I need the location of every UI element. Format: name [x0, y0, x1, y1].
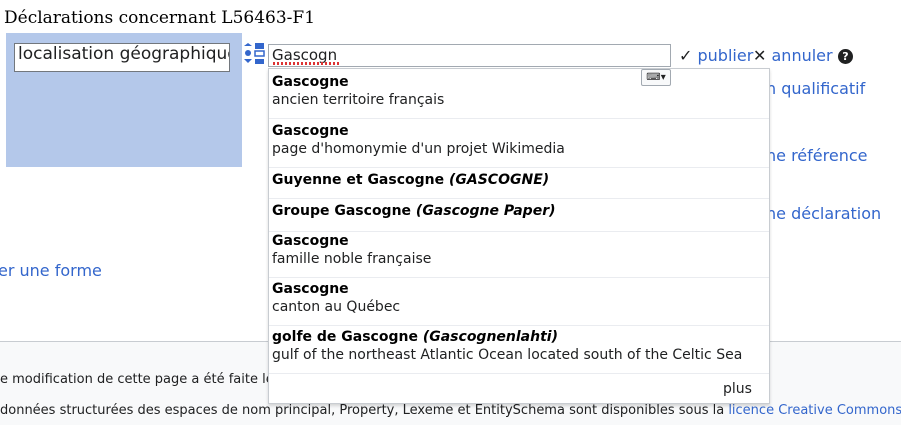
suggestion-label: Gascogne — [272, 74, 349, 90]
footer-license-text: données structurées des espaces de nom p… — [0, 403, 901, 418]
add-reference-link[interactable]: ne référence — [766, 146, 867, 165]
suggestion-label: Gascogne — [272, 233, 349, 249]
add-qualifier-link[interactable]: n qualificatif — [766, 79, 865, 98]
suggestion-description: page d'homonymie d'un projet Wikimedia — [272, 141, 565, 157]
help-icon[interactable]: ? — [838, 49, 853, 64]
value-input[interactable]: Gascogn — [268, 44, 671, 67]
publish-label: publier — [697, 46, 754, 65]
rank-normal-icon[interactable] — [243, 43, 267, 65]
property-input[interactable]: localisation géographique — [14, 43, 230, 72]
property-input-text: localisation géographique — [18, 44, 230, 64]
footer-license-prefix: données structurées des espaces de nom p… — [0, 403, 729, 418]
suggestion-alias: (Gascogne Paper) — [415, 203, 556, 219]
add-form-link[interactable]: er une forme — [0, 261, 102, 280]
suggestion-item[interactable]: Gascogne page d'homonymie d'un projet Wi… — [269, 122, 769, 168]
suggestion-label: Groupe Gascogne — [272, 203, 412, 219]
suggestion-item[interactable]: Groupe Gascogne (Gascogne Paper) — [269, 202, 769, 232]
suggestion-description: ancien territoire français — [272, 92, 445, 108]
check-icon: ✓ — [679, 46, 693, 65]
cancel-label: annuler — [771, 46, 833, 65]
suggestion-label: golfe de Gascogne — [272, 329, 418, 345]
cancel-button[interactable]: ✕ annuler — [753, 46, 833, 65]
more-results-link[interactable]: plus — [723, 381, 752, 397]
suggestion-alias: (GASCOGNE) — [449, 172, 550, 188]
suggestion-label: Gascogne — [272, 281, 349, 297]
suggestion-item[interactable]: Gascogne famille noble française — [269, 232, 769, 278]
suggestion-label: Guyenne et Gascogne — [272, 172, 445, 188]
suggestion-item[interactable]: Guyenne et Gascogne (GASCOGNE) — [269, 171, 769, 199]
suggestions-dropdown: ⌨▾ Gascogne ancien territoire français G… — [268, 68, 770, 404]
suggestion-label: Gascogne — [272, 123, 349, 139]
footer-last-modified: e modification de cette page a été faite… — [0, 372, 274, 387]
suggestion-item[interactable]: Gascogne ancien territoire français — [269, 73, 769, 119]
suggestion-description: canton au Québec — [272, 299, 401, 315]
close-icon: ✕ — [753, 46, 767, 65]
license-link[interactable]: licence Creative Commons C — [728, 403, 901, 418]
suggestion-description: gulf of the northeast Atlantic Ocean loc… — [272, 347, 743, 363]
add-statement-link[interactable]: ne déclaration — [766, 204, 881, 223]
suggestion-item[interactable]: Gascogne canton au Québec — [269, 280, 769, 326]
suggestion-description: famille noble française — [272, 251, 432, 267]
spellcheck-underline — [273, 62, 341, 65]
page-title: Déclarations concernant L56463-F1 — [4, 8, 316, 28]
suggestion-item[interactable]: golfe de Gascogne (Gascognenlahti) gulf … — [269, 328, 769, 374]
footer-cut-line — [0, 421, 901, 425]
suggestion-alias: (Gascognenlahti) — [422, 329, 558, 345]
publish-button[interactable]: ✓ publier — [679, 46, 753, 65]
